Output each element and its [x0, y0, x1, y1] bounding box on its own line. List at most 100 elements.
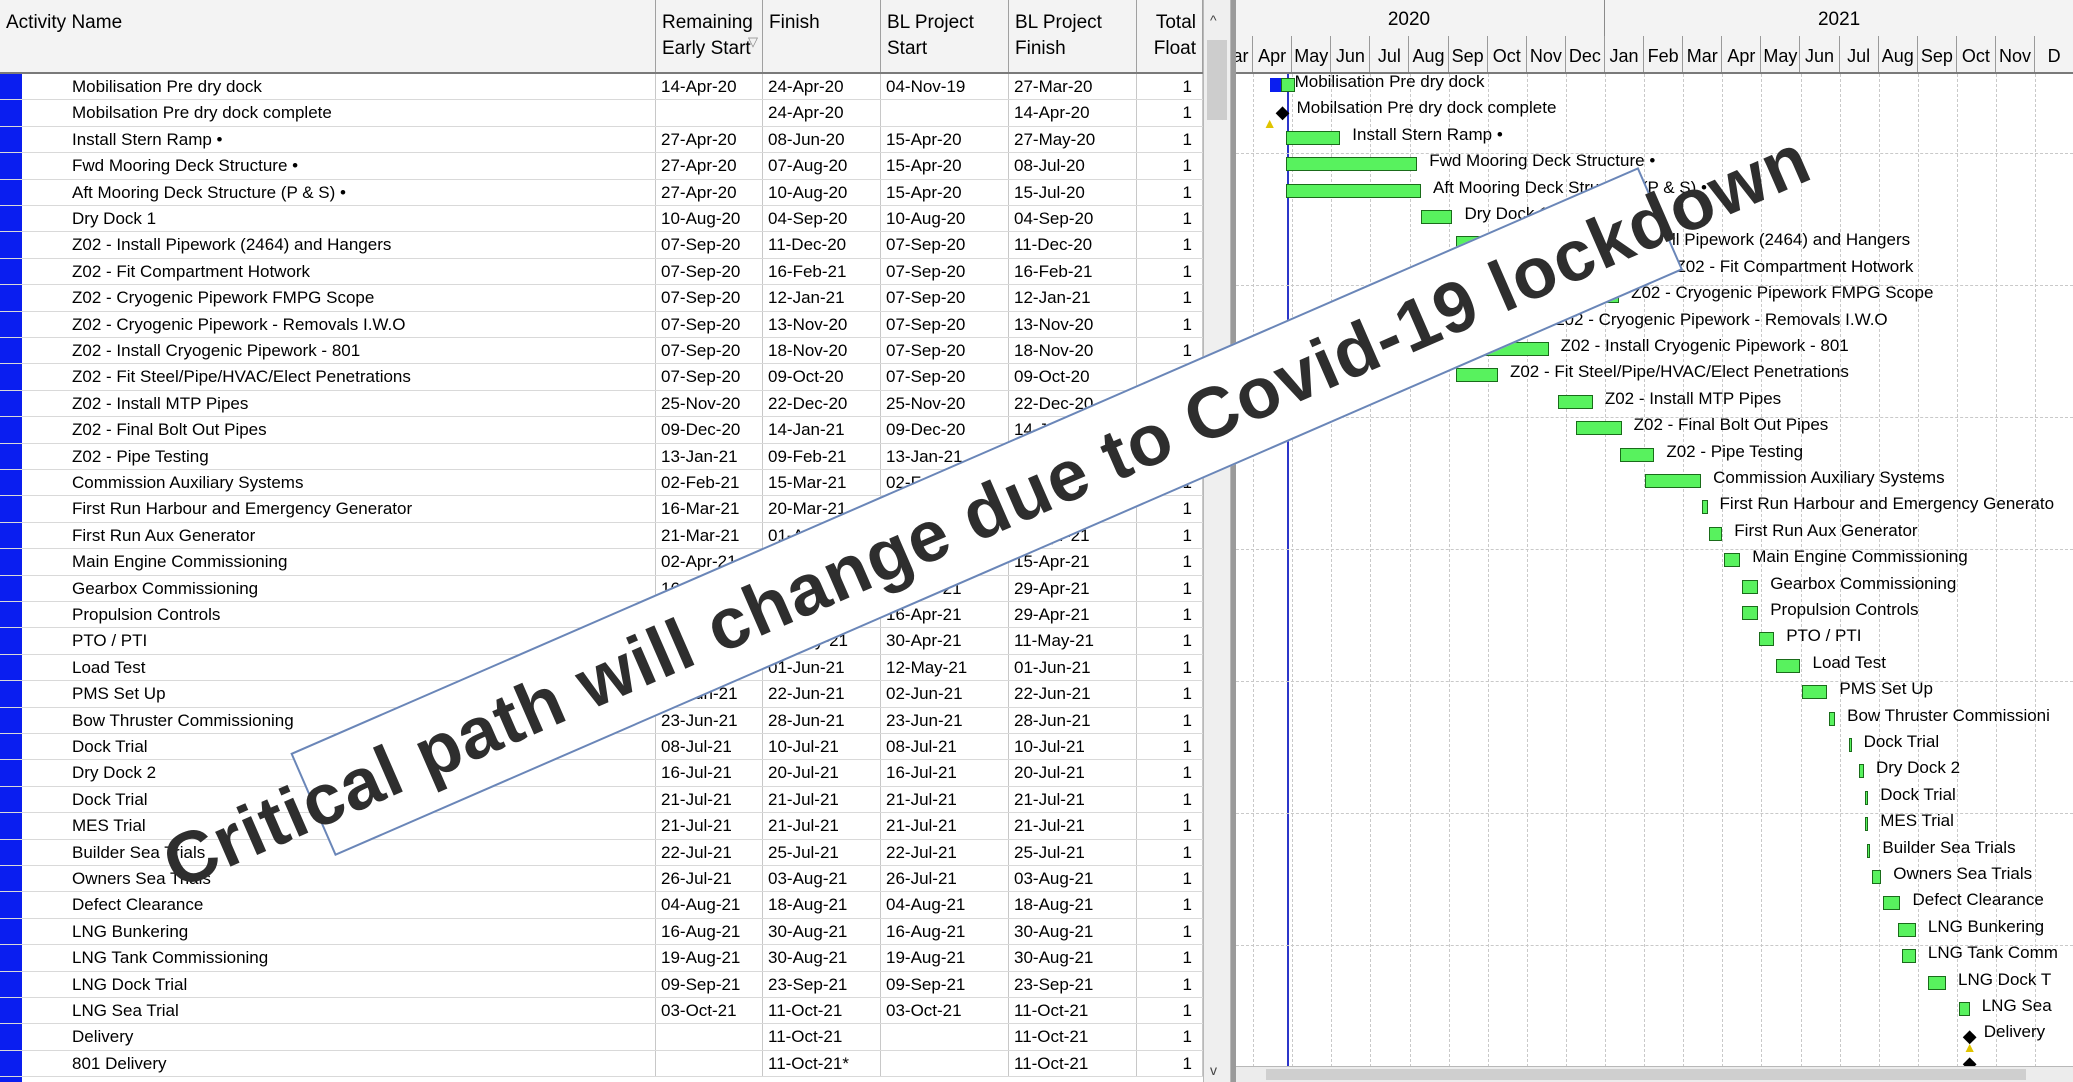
gantt-bar[interactable]	[1741, 579, 1759, 594]
cell-bl-finish: 11-Oct-21	[1009, 998, 1137, 1024]
gantt-bar[interactable]	[1866, 843, 1871, 858]
table-row[interactable]: Dry Dock 1 10-Aug-20 04-Sep-20 10-Aug-20 04-…	[0, 206, 1203, 233]
gantt-bar-label: Builder Sea Trials	[1882, 837, 2016, 857]
gantt-bar[interactable]	[1723, 553, 1741, 568]
gantt-bar[interactable]	[1828, 711, 1836, 726]
table-row[interactable]: Gearbox Commissioning16-Apr-2129-Apr-211…	[0, 575, 1203, 602]
table-row[interactable]: Z02 - Install Pipework (2464) and Hanger…	[0, 232, 1203, 259]
cell-activity-name: LNG Sea Trial	[0, 998, 656, 1024]
horizontal-scrollbar[interactable]	[1236, 1066, 2073, 1082]
gantt-bar[interactable]	[1882, 896, 1901, 911]
gantt-bar-label: LNG Bunkering	[1927, 916, 2045, 936]
milestone-icon[interactable]: ◆	[1276, 103, 1290, 121]
cell-early-start: 25-Nov-20	[656, 390, 763, 417]
gantt-bar[interactable]	[1775, 658, 1801, 673]
cell-activity-name: Dry Dock 1	[0, 206, 656, 232]
month-gridline	[1292, 74, 1294, 1082]
table-row[interactable]: Dry Dock 2 16-Jul-21 20-Jul-21 16-Jul-21 20-…	[0, 760, 1203, 787]
table-row[interactable]: Z02 - Install MTP Pipes 25-Nov-20 22-Dec-2…	[0, 390, 1203, 418]
gantt-bar[interactable]	[1741, 606, 1759, 620]
cell-total-float: 1	[1137, 707, 1203, 733]
gantt-bar[interactable]	[1708, 526, 1723, 541]
gantt-bar[interactable]	[1848, 738, 1852, 752]
cell-total-float: 1	[1137, 628, 1203, 654]
table-row[interactable]: 801 Delivery 11-Oct-21* 11-Oct-21 1	[0, 1050, 1203, 1078]
cell-finish: 30-Aug-21	[763, 918, 881, 945]
cell-bl-start: 12-May-21	[881, 654, 1009, 681]
gantt-bar[interactable]	[1901, 949, 1916, 964]
col-header-remaining-early-start[interactable]: Remaining Early Start	[656, 0, 763, 72]
gantt-bar[interactable]	[1871, 870, 1882, 884]
table-row[interactable]: LNG Bunkering 16-Aug-21 30-Aug-21 16-Aug-21…	[0, 918, 1203, 946]
table-row[interactable]: LNG Sea Trial 03-Oct-21 11-Oct-21 03-Oct-21…	[0, 998, 1203, 1025]
table-row[interactable]: Z02 - Cryogenic Pipework - Removals I.W.…	[0, 311, 1203, 338]
table-row[interactable]: Install Stern Ramp • 27-Apr-20 08-Jun-20 15…	[0, 126, 1203, 154]
col-header-bl-project-start[interactable]: BL Project Start	[881, 0, 1009, 72]
col-header-total-float[interactable]: Total Float	[1137, 0, 1203, 72]
cell-early-start: 08-Jul-21	[656, 734, 763, 760]
cell-finish: 22-Dec-20	[763, 390, 881, 417]
gantt-bar-label: LNG Tank Comm	[1927, 943, 2058, 963]
gantt-bar[interactable]	[1928, 975, 1946, 990]
gantt-bar[interactable]	[1456, 368, 1498, 383]
gantt-bar[interactable]	[1557, 394, 1593, 409]
gantt-bar-label: Z02 - Pipe Testing	[1666, 441, 1804, 461]
scroll-up-icon[interactable]: ^	[1210, 12, 1217, 28]
gantt-bar[interactable]	[1645, 474, 1702, 488]
table-row[interactable]: Z02 - Cryogenic Pipework FMPG Scope 07-Se…	[0, 285, 1203, 312]
gantt-bar[interactable]	[1421, 210, 1453, 224]
timescale-month: Jul	[1370, 36, 1410, 72]
gantt-bar[interactable]	[1959, 1002, 1970, 1016]
gantt-bar[interactable]	[1865, 790, 1869, 805]
table-header: Activity Name Remaining Early Start ▽ Fi…	[0, 0, 1203, 74]
cell-bl-finish: 15-Jul-20	[1009, 179, 1137, 205]
gantt-bar-label: PMS Set Up	[1839, 679, 1933, 699]
cell-total-float: 1	[1137, 945, 1203, 971]
table-row[interactable]: LNG Tank Commissioning 19-Aug-21 30-Aug-21…	[0, 945, 1203, 972]
gantt-bar[interactable]	[1576, 421, 1622, 436]
cell-bl-finish: 08-Jul-20	[1009, 153, 1137, 179]
cell-activity-name: Delivery	[0, 1024, 656, 1050]
gantt-bar[interactable]	[1801, 685, 1828, 700]
col-header-bl-project-finish[interactable]: BL Project Finish	[1009, 0, 1137, 72]
scrollbar-thumb[interactable]	[1266, 1069, 2026, 1080]
table-row[interactable]: Delivery 11-Oct-21 11-Oct-21 1	[0, 1024, 1203, 1051]
cell-early-start: 07-Sep-20	[656, 232, 763, 258]
scroll-down-icon[interactable]: v	[1210, 1062, 1217, 1078]
table-row[interactable]: Dock Trial 21-Jul-21 21-Jul-21 21-Jul-21 21-…	[0, 786, 1203, 814]
table-row[interactable]: Mobilisation Pre dry dock 14-Apr-20 24-Apr…	[0, 74, 1203, 101]
table-row[interactable]: LNG Dock Trial 09-Sep-21 23-Sep-21 09-Sep-2…	[0, 971, 1203, 998]
gantt-bar[interactable]	[1865, 817, 1869, 832]
cell-early-start: 04-Aug-21	[656, 892, 763, 918]
gantt-bar[interactable]	[1286, 183, 1422, 198]
table-row[interactable]: Z02 - Install Cryogenic Pipework - 801 07…	[0, 338, 1203, 365]
vertical-scrollbar[interactable]: ^ v	[1203, 0, 1231, 1082]
table-row[interactable]: Z02 - Fit Steel/Pipe/HVAC/Elect Penetrat…	[0, 364, 1203, 391]
timescale-month: Jun	[1331, 36, 1371, 72]
table-row[interactable]: Z02 - Fit Compartment Hotwork 07-Sep-20 16…	[0, 258, 1203, 286]
gantt-bar[interactable]	[1702, 500, 1708, 515]
cell-activity-name: Main Engine Commissioning	[0, 549, 656, 575]
table-row[interactable]: Fwd Mooring Deck Structure • 27-Apr-20 07-…	[0, 153, 1203, 180]
gantt-bar[interactable]	[1759, 632, 1775, 647]
cell-total-float: 1	[1137, 998, 1203, 1024]
col-header-finish[interactable]: Finish	[763, 0, 881, 72]
scrollbar-thumb[interactable]	[1207, 40, 1227, 120]
table-row[interactable]: Aft Mooring Deck Structure (P & S) • 27-A…	[0, 179, 1203, 206]
table-row[interactable]: Mobilsation Pre dry dock complete 24-Apr-…	[0, 100, 1203, 127]
cell-activity-name: Gearbox Commissioning	[0, 575, 656, 601]
gantt-bar[interactable]	[1897, 922, 1916, 937]
cell-bl-finish: 04-Sep-20	[1009, 206, 1137, 232]
cell-total-float: 1	[1137, 892, 1203, 918]
col-header-activity-name[interactable]: Activity Name	[0, 0, 656, 72]
month-gridline	[1370, 74, 1372, 1082]
gantt-bar[interactable]	[1858, 764, 1864, 779]
gantt-bar-remaining[interactable]	[1280, 78, 1295, 92]
gantt-bar-label: Commission Auxiliary Systems	[1713, 468, 1945, 487]
gantt-bar[interactable]	[1286, 130, 1341, 145]
cell-early-start: 16-Mar-21	[656, 496, 763, 522]
cell-early-start: 27-Apr-20	[656, 153, 763, 179]
gantt-bar[interactable]	[1620, 447, 1655, 462]
gantt-bar[interactable]	[1286, 157, 1418, 172]
gantt-bar-label: Defect Clearance	[1912, 890, 2044, 910]
